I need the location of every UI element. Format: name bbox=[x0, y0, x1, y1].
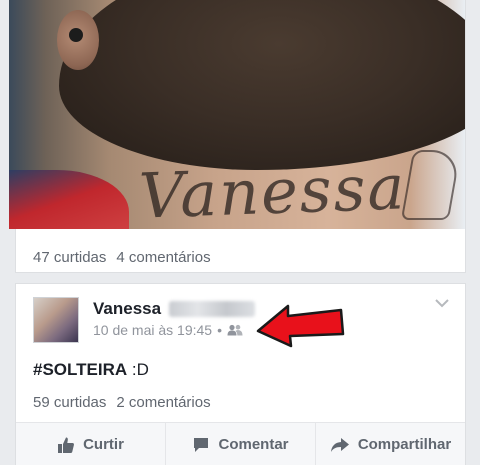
comments-count[interactable]: 2 comentários bbox=[116, 394, 210, 411]
post-meta: 10 de mai às 19:45 • bbox=[93, 322, 243, 338]
comment-button[interactable]: Comentar bbox=[166, 423, 316, 465]
chevron-down-icon[interactable] bbox=[434, 298, 450, 308]
redacted-surname bbox=[169, 301, 256, 317]
share-button[interactable]: Compartilhar bbox=[316, 423, 465, 465]
like-button-label: Curtir bbox=[83, 436, 124, 453]
red-arrow-annotation bbox=[256, 304, 345, 348]
hashtag-link[interactable]: #SOLTEIRA bbox=[33, 360, 127, 379]
photo-tattoo-diamond bbox=[400, 150, 462, 220]
author-name[interactable]: Vanessa bbox=[93, 299, 161, 319]
author-row: Vanessa bbox=[93, 299, 256, 319]
comments-count[interactable]: 4 comentários bbox=[116, 249, 210, 266]
likes-count[interactable]: 47 curtidas bbox=[33, 249, 106, 266]
post-timestamp[interactable]: 10 de mai às 19:45 bbox=[93, 322, 212, 338]
photo-tattoo-text: Vanessa bbox=[137, 150, 408, 229]
comment-button-label: Comentar bbox=[218, 436, 289, 453]
avatar[interactable] bbox=[33, 297, 79, 343]
post-text: #SOLTEIRA :D bbox=[33, 360, 149, 380]
status-post-card: Vanessa 10 de mai às 19:45 • #SOLTEIRA :… bbox=[15, 283, 466, 465]
thumbs-up-icon bbox=[58, 437, 75, 453]
photo-post-card: Vanessa 47 curtidas 4 comentários bbox=[9, 0, 466, 273]
comment-icon bbox=[194, 437, 209, 452]
share-icon bbox=[330, 437, 349, 452]
post-text-rest: :D bbox=[127, 360, 149, 379]
photo-earring bbox=[69, 28, 83, 42]
photo-post-stats: 47 curtidas 4 comentários bbox=[33, 249, 211, 266]
like-button[interactable]: Curtir bbox=[16, 423, 166, 465]
friends-icon[interactable] bbox=[227, 324, 243, 336]
share-button-label: Compartilhar bbox=[357, 436, 452, 453]
likes-count[interactable]: 59 curtidas bbox=[33, 394, 106, 411]
photo-shirt-region bbox=[9, 170, 129, 229]
status-post-stats: 59 curtidas 2 comentários bbox=[33, 394, 211, 411]
photo-hair-region bbox=[59, 0, 465, 170]
meta-separator: • bbox=[217, 322, 222, 338]
post-actions-bar: Curtir Comentar Compartilhar bbox=[16, 423, 465, 465]
post-photo[interactable]: Vanessa bbox=[9, 0, 465, 229]
